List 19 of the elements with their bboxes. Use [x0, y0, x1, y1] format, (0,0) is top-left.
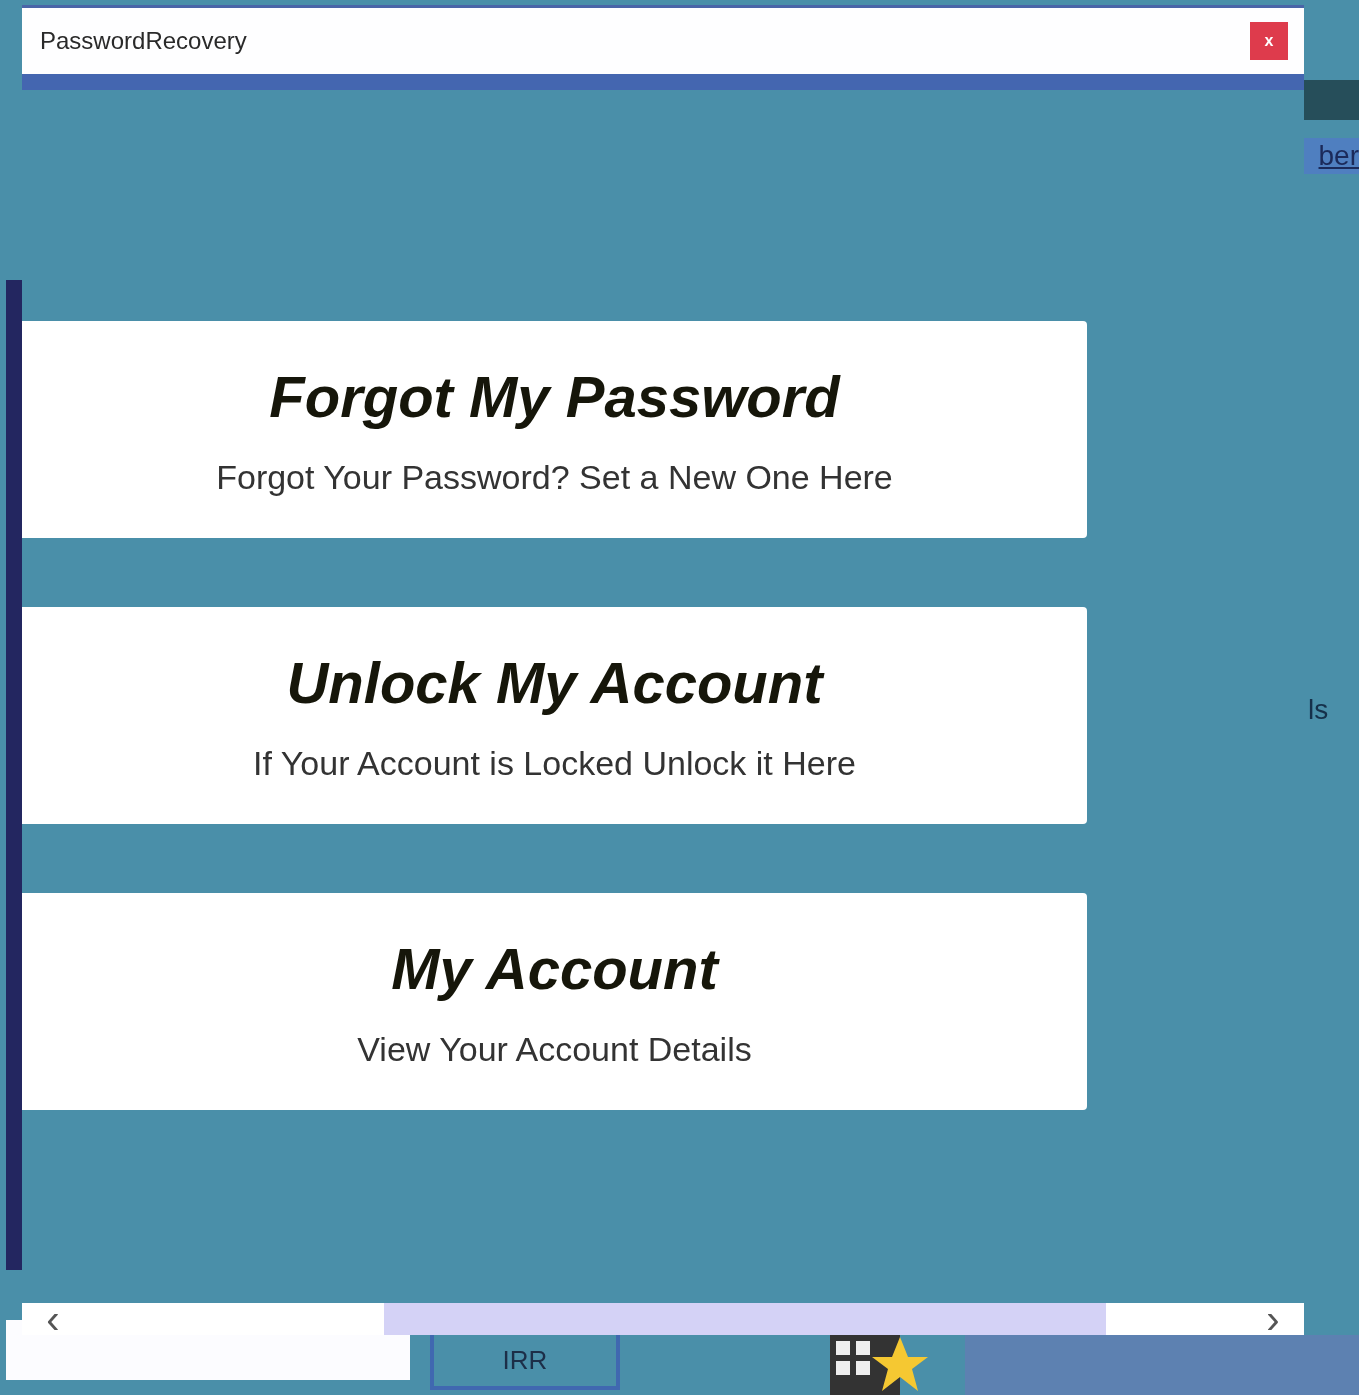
background-panel	[1304, 80, 1359, 120]
background-text: ls	[1308, 694, 1329, 726]
option-description: If Your Account is Locked Unlock it Here	[253, 743, 856, 783]
option-card[interactable]: Forgot My Password Forgot Your Password? Set a New One Here	[22, 321, 1087, 538]
option-title: My Account	[391, 934, 718, 1002]
background-button[interactable]: IRR	[430, 1335, 620, 1390]
option-description: View Your Account Details	[357, 1029, 752, 1069]
window-title: PasswordRecovery	[40, 27, 247, 55]
horizontal-scrollbar[interactable]: ‹ ›	[22, 1303, 1304, 1335]
close-button[interactable]: x	[1250, 22, 1288, 60]
option-card[interactable]: My Account View Your Account Details	[22, 893, 1087, 1110]
option-title: Unlock My Account	[286, 648, 823, 716]
option-card[interactable]: Unlock My Account If Your Account is Locked Unlock it Here	[22, 607, 1087, 824]
option-description: Forgot Your Password? Set a New One Here	[216, 457, 893, 497]
scroll-right-arrow[interactable]: ›	[1242, 1303, 1304, 1335]
scrollbar-thumb[interactable]	[384, 1303, 1106, 1335]
keypad-icon	[830, 1335, 930, 1395]
option-title: Forgot My Password	[269, 362, 840, 430]
scroll-left-arrow[interactable]: ‹	[22, 1303, 84, 1335]
